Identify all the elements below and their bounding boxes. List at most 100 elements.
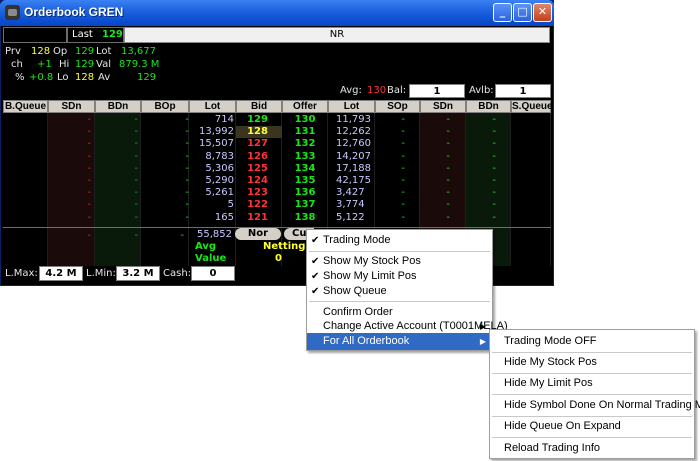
cash-label: Cash: [163,268,192,279]
header-bdn-buy[interactable]: BDn [95,100,141,113]
op-label: Op [53,46,68,57]
table-row[interactable]: - 5,306 125 134 17,188 - - - - - [3,163,551,175]
cell-bop: - [185,199,189,211]
cell-sop: - [401,162,405,174]
cell-bid-lot: 13,992 [199,126,234,138]
table-row[interactable]: - 5,290 124 135 42,175 - - - - - [3,175,551,187]
submenu-item-trading-mode-off[interactable]: Trading Mode OFF [490,331,694,352]
title-bar[interactable]: Orderbook GREN _ □ ✕ [0,0,554,26]
header-sdn-buy[interactable]: SDn [48,100,95,113]
nor-button[interactable]: Nor [235,228,281,240]
menu-item-trading-mode[interactable]: ✔ Trading Mode [307,232,492,249]
submenu-item-hide-my-limit-pos[interactable]: Hide My Limit Pos [490,373,694,394]
bal-field[interactable]: 1 [409,84,465,98]
cell-offer-lot: 3,427 [336,187,365,199]
menu-item-for-all-orderbook[interactable]: For All Orderbook ▶ [307,333,492,350]
cell-bop: - [185,150,189,162]
cell-bid-lot: 5,261 [205,187,234,199]
app-icon[interactable] [5,5,20,20]
context-menu: ✔ Trading Mode ✔ Show My Stock Pos ✔ Sho… [306,229,508,351]
submenu-item-hide-symbol-done[interactable]: Hide Symbol Done On Normal Trading Mode [490,395,700,416]
submenu-item-reload-trading-info[interactable]: Reload Trading Info [490,438,694,459]
avlb-field[interactable]: 1 [495,84,551,98]
menu-separator [309,251,490,252]
cell-dash: - [87,175,91,186]
table-row[interactable]: -15,507 127 132 12,760- - - - - [3,138,551,150]
cell-dash: - [134,175,138,186]
cell-bid: 126 [247,150,268,162]
menu-item-show-queue[interactable]: ✔ Show Queue [307,283,492,300]
val-label: Val [96,59,111,70]
table-row[interactable]: -13,992 128 131 12,262- - - - - [3,126,551,138]
lmax-field[interactable]: 4.2 M [39,266,83,281]
cell-sdn: - [446,150,450,162]
cell-dash: - [134,114,138,125]
cell-bid: 121 [247,211,268,223]
close-button[interactable]: ✕ [533,3,552,22]
avg-label: Avg: [340,85,362,96]
cell-dash: - [87,211,91,223]
cell-bop: - [185,162,189,174]
menu-item-label: Hide My Stock Pos [504,356,597,368]
cell-offer: 135 [294,175,316,186]
header-bqueue[interactable]: B.Queue [3,100,48,113]
cell-bdn: - [492,150,496,162]
table-row[interactable]: - 8,783 126 133 14,207 - - - - - [3,151,551,163]
submenu-item-hide-queue-on-expand[interactable]: Hide Queue On Expand [490,416,694,437]
header-offer[interactable]: Offer [282,100,328,113]
cell-offer: 134 [294,162,316,174]
maximize-button[interactable]: □ [513,3,532,22]
table-row[interactable]: - 165 121 138 5,122 - - - - - [3,212,551,224]
lmin-field[interactable]: 3.2 M [116,266,160,281]
cell-offer: 130 [294,114,316,125]
minimize-button[interactable]: _ [493,3,512,22]
symbol-input[interactable] [3,27,67,43]
cell-bdn: - [492,126,496,138]
cell-dash: - [134,162,138,174]
header-sdn-sell[interactable]: SDn [420,100,466,113]
cell-bop: - [185,175,189,186]
cell-bid-lot: 5 [227,199,234,211]
header-sop[interactable]: SOp [375,100,420,113]
cell-sop: - [401,114,405,125]
header-squeue[interactable]: S.Queue [511,100,553,113]
cell-sdn: - [446,114,450,125]
cell-sdn: - [446,175,450,186]
table-row[interactable]: - 5,261 123 136 3,427 - - - - - [3,187,551,199]
cell-bdn: - [492,187,496,199]
cell-sop: - [401,187,405,199]
stats-panel: Prv 128 Op 129 Lot 13,677 ch +1 Hi 129 V… [3,44,551,86]
cell-offer-lot: 12,262 [336,126,371,138]
cell-sdn: - [446,162,450,174]
cell-bdn: - [492,162,496,174]
header-bdn-sell[interactable]: BDn [466,100,511,113]
submenu-item-hide-my-stock-pos[interactable]: Hide My Stock Pos [490,352,694,373]
pct-label: % [15,72,25,83]
cell-sop: - [401,150,405,162]
bal-label: Bal: [387,85,407,96]
lot-label: Lot [96,46,112,57]
cell-bid: 122 [247,199,268,211]
last-value: 129 [102,29,123,40]
cell-bid-lot: 165 [214,211,234,223]
header-bop[interactable]: BOp [141,100,189,113]
total-bid-lot: 55,852 [197,229,232,240]
av-label: Av [98,72,111,83]
submenu: Trading Mode OFF Hide My Stock Pos Hide … [489,329,700,459]
cell-dash: - [134,199,138,211]
header-bid[interactable]: Bid [236,100,282,113]
table-row[interactable]: - 714 129 130 11,793 - - - - - [3,114,551,126]
header-offer-lot[interactable]: Lot [328,100,375,113]
menu-separator [309,301,490,302]
menu-item-label: Hide My Limit Pos [504,377,593,389]
cash-field[interactable]: 0 [191,266,235,281]
table-row[interactable]: - 5 122 137 3,774 - - - - - [3,199,551,211]
cell-bop: - [185,187,189,199]
ch-label: ch [11,59,23,70]
ch-value: +1 [37,59,52,70]
cell-bid: 127 [247,138,268,150]
window-title: Orderbook GREN [24,5,124,19]
header-bid-lot[interactable]: Lot [189,100,236,113]
check-icon: ✔ [311,286,320,297]
menu-item-label: Trading Mode [323,234,391,246]
